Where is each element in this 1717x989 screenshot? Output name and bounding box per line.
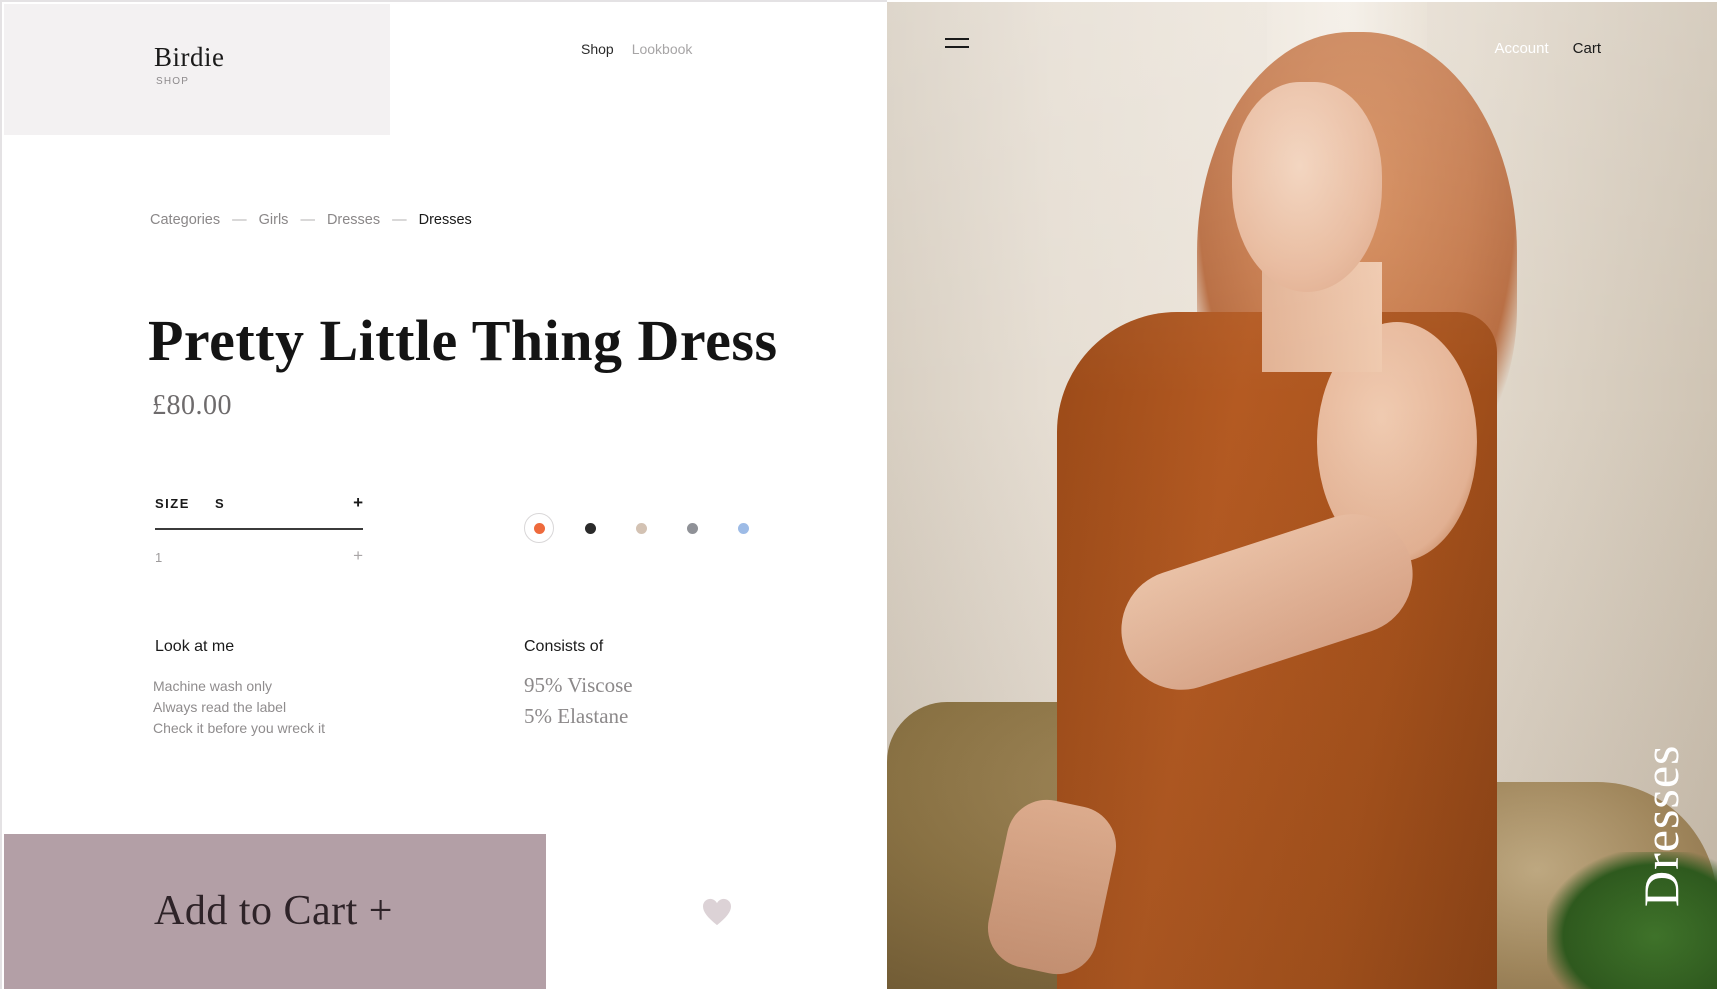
color-dot [686, 522, 698, 534]
color-dot [584, 522, 596, 534]
product-panel: Birdie SHOP Shop Lookbook Categories — G… [0, 0, 887, 989]
add-to-cart-label: Add to Cart + [154, 888, 393, 934]
hero-image: Account Cart Dresses [887, 2, 1717, 989]
care-line: Check it before you wreck it [153, 720, 325, 736]
hero-category-label: Dresses [1633, 744, 1689, 907]
size-selector[interactable]: SIZE S + [155, 493, 363, 530]
top-nav: Shop Lookbook [581, 41, 692, 57]
breadcrumb-separator: — [300, 212, 315, 228]
breadcrumb: Categories — Girls — Dresses — Dresses [150, 212, 472, 228]
hamburger-menu-icon[interactable] [945, 38, 969, 48]
care-instructions: Machine wash only Always read the label … [153, 676, 325, 739]
size-value: S [215, 496, 224, 511]
nav-lookbook-link[interactable]: Lookbook [632, 41, 693, 57]
composition-list: 95% Viscose 5% Elastane [524, 670, 633, 732]
account-link[interactable]: Account [1494, 40, 1548, 57]
color-swatch-light-blue[interactable] [728, 513, 758, 543]
size-label: SIZE [155, 496, 190, 511]
logo[interactable]: Birdie SHOP [4, 4, 390, 135]
hamburger-line [945, 46, 969, 48]
nav-shop-link[interactable]: Shop [581, 41, 614, 57]
color-dot [737, 522, 749, 534]
logo-name: Birdie [154, 42, 225, 72]
hamburger-line [945, 38, 969, 40]
color-swatch-black[interactable] [575, 513, 605, 543]
composition-line: 95% Viscose [524, 673, 633, 697]
account-nav: Account Cart [1494, 40, 1601, 57]
cart-link[interactable]: Cart [1573, 40, 1601, 57]
product-price: £80.00 [152, 390, 232, 421]
color-swatch-beige[interactable] [626, 513, 656, 543]
size-expand-button[interactable]: + [353, 493, 363, 513]
logo-sub: SHOP [156, 76, 190, 87]
composition-title: Consists of [524, 638, 604, 655]
quantity-increase-button[interactable]: + [353, 546, 363, 566]
color-swatch-orange[interactable] [524, 513, 554, 543]
color-swatches [524, 513, 779, 543]
color-dot [635, 522, 647, 534]
care-title: Look at me [155, 638, 235, 655]
care-line: Always read the label [153, 699, 287, 715]
add-to-cart-button[interactable]: Add to Cart + [4, 834, 546, 989]
breadcrumb-dresses[interactable]: Dresses [327, 212, 380, 228]
breadcrumb-separator: — [232, 212, 247, 228]
breadcrumb-current: Dresses [418, 212, 472, 228]
composition-line: 5% Elastane [524, 704, 629, 728]
care-line: Machine wash only [153, 678, 273, 694]
heart-icon[interactable] [702, 898, 732, 926]
breadcrumb-categories[interactable]: Categories [150, 212, 220, 228]
breadcrumb-separator: — [392, 212, 407, 228]
color-swatch-grey[interactable] [677, 513, 707, 543]
product-title: Pretty Little Thing Dress [148, 308, 778, 373]
color-dot [533, 522, 545, 534]
quantity-stepper[interactable]: 1 + [155, 546, 363, 570]
hero-shading [887, 2, 1717, 989]
breadcrumb-girls[interactable]: Girls [259, 212, 289, 228]
quantity-value: 1 [155, 550, 163, 565]
